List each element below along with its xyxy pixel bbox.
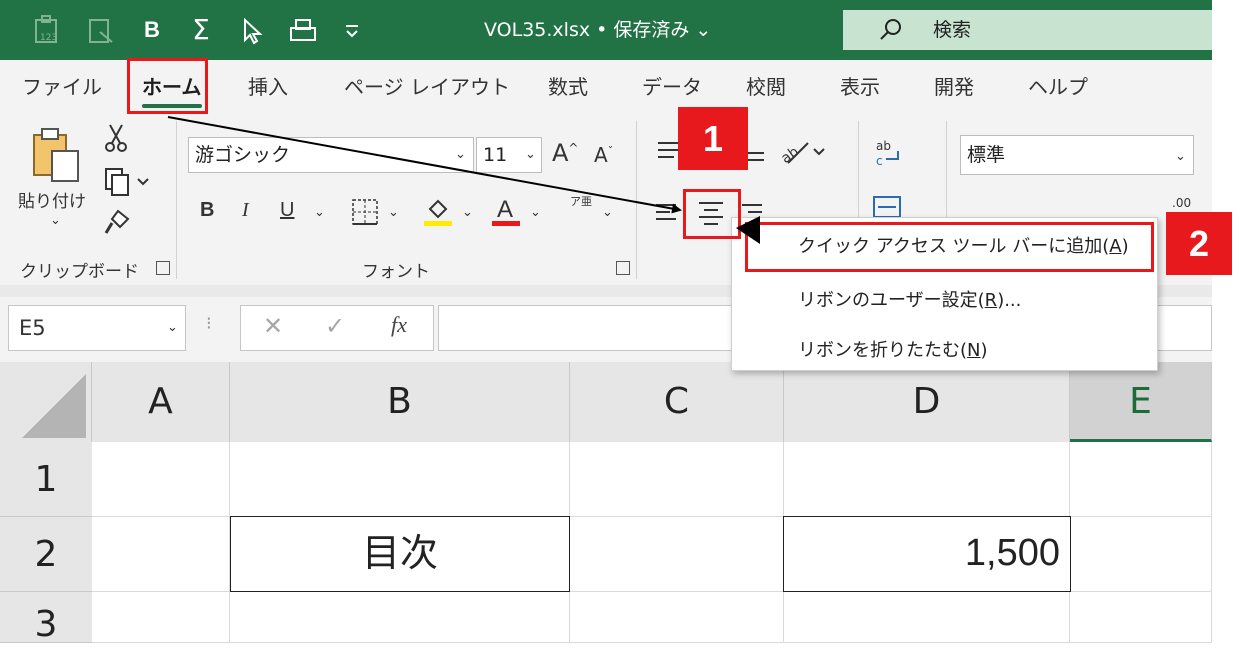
- arrow-to-menu-item: [736, 216, 760, 244]
- arrow-to-align-center: [167, 116, 682, 214]
- annotation-arrows: [167, 116, 760, 244]
